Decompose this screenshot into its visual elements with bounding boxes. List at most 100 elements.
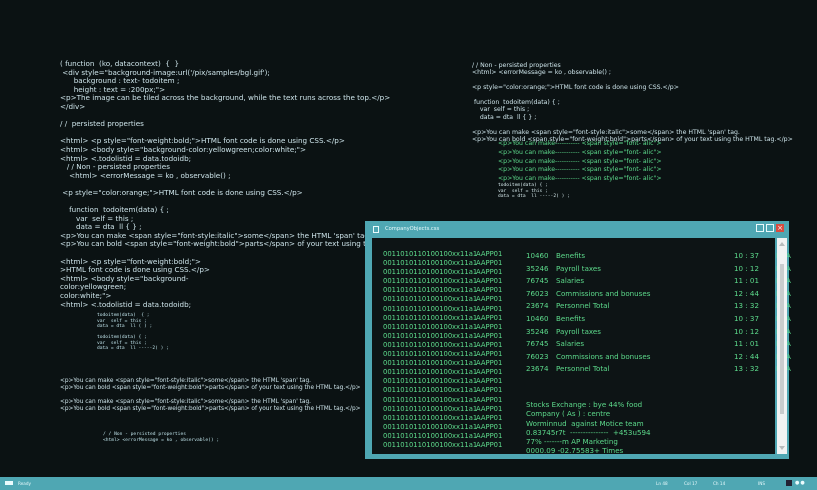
code-row: 0011010110100100 xx11a1 AAPP01: [383, 432, 506, 441]
code-row: 0011010110100100 xx11a1 AAPP01: [383, 368, 506, 377]
table-row[interactable]: 35246Payroll taxes10 : 12NSA: [526, 263, 796, 276]
binary-code: 0011010110100100: [383, 368, 453, 377]
code-row: 0011010110100100 xx11a1 AAPP01: [383, 295, 506, 304]
status-column[interactable]: Col 17: [684, 481, 697, 486]
code-id: AAPP01: [476, 404, 503, 413]
table-row[interactable]: 23674Personnel Total13 : 32NSA: [526, 300, 796, 313]
code-row: 0011010110100100 xx11a1 AAPP01: [383, 396, 506, 405]
entry-time: 13 : 32: [734, 301, 759, 311]
close-button[interactable]: ×: [776, 224, 784, 232]
entry-number: 35246: [526, 263, 549, 273]
table-row[interactable]: 10460Benefits10 : 37NSA: [526, 250, 796, 263]
code-id: AAPP01: [476, 413, 503, 422]
code-editor-left-bottom: / / Non - persisted properties <html> <er…: [103, 432, 219, 443]
binary-code: 0011010110100100: [383, 322, 453, 331]
file-window[interactable]: CompanyObjects.css × 0011010110100100 xx1…: [365, 221, 791, 459]
table-row[interactable]: 10460Benefits10 : 37NSA: [526, 313, 796, 326]
table-row[interactable]: 76023Commissions and bonuses12 : 44NSA: [526, 288, 796, 301]
code-id: AAPP01: [476, 250, 503, 258]
window-title: CompanyObjects.css: [385, 226, 440, 232]
code-tag: xx11a1: [452, 422, 478, 431]
table-row[interactable]: 35246Payroll taxes10 : 12NSA: [526, 326, 796, 339]
entry-label: Commissions and bonuses: [556, 288, 651, 298]
scrollbar-thumb[interactable]: [780, 264, 784, 414]
code-tag: xx11a1: [452, 250, 478, 258]
code-editor-right-highlighted: <p>You can make----------- <span style="…: [498, 140, 662, 184]
code-row: 0011010110100100 xx11a1 AAPP01: [383, 405, 506, 414]
code-line: <html> <errorMessage = ko , observable()…: [103, 437, 220, 443]
code-line: data = dta ll -----2( ) ;: [97, 346, 169, 351]
binary-code: 0011010110100100: [383, 359, 453, 368]
table-row[interactable]: 76023Commissions and bonuses12 : 44NSA: [526, 351, 796, 364]
code-id: AAPP01: [476, 313, 503, 322]
status-line[interactable]: Ln 48: [656, 481, 668, 486]
code-id: AAPP01: [476, 286, 503, 295]
scroll-up-arrow-icon[interactable]: [779, 242, 785, 246]
code-row: 0011010110100100 xx11a1 AAPP01: [383, 414, 506, 423]
binary-code: 0011010110100100: [383, 331, 453, 340]
table-row[interactable]: 76745Salaries11 : 01NSA: [526, 338, 796, 351]
code-line: <p style="color:orange;">HTML font code …: [60, 187, 303, 197]
code-tag: xx11a1: [452, 404, 478, 413]
table-row[interactable]: 23674Personnel Total13 : 32NSA: [526, 363, 796, 376]
code-line: / / Non - persisted properties: [472, 62, 561, 69]
entry-label: Payroll taxes: [556, 326, 601, 336]
code-id: AAPP01: [476, 395, 503, 404]
code-tag: xx11a1: [452, 286, 478, 295]
code-line: <html> <errorMessage = ko , observable()…: [60, 170, 231, 180]
entry-number: 10460: [526, 251, 549, 260]
code-line: </div>: [60, 101, 86, 111]
entry-number: 23674: [526, 364, 549, 374]
code-tag: xx11a1: [452, 331, 478, 340]
status-square-icon: [786, 480, 792, 486]
entry-time: 11 : 01: [734, 339, 759, 349]
binary-code: 0011010110100100: [383, 422, 453, 431]
table-row[interactable]: 76745Salaries11 : 01NSA: [526, 275, 796, 288]
code-id: AAPP01: [476, 277, 503, 286]
code-tag: xx11a1: [452, 304, 478, 313]
code-editor-right-main: / / Non - persisted properties <html> <er…: [472, 62, 793, 143]
code-row: 0011010110100100 xx11a1 AAPP01: [383, 377, 506, 386]
binary-code: 0011010110100100: [383, 304, 453, 313]
code-line: <p>You can make----------- <span style="…: [498, 148, 662, 156]
code-line: <p>You can make <span style="font-style:…: [60, 378, 311, 384]
entry-time: 10 : 37: [734, 251, 759, 260]
entry-label: Salaries: [556, 339, 585, 349]
code-tag: xx11a1: [452, 259, 478, 268]
status-left-label: Ready: [18, 481, 31, 486]
code-tag: xx11a1: [452, 359, 478, 368]
code-row: 0011010110100100 xx11a1 AAPP01: [383, 250, 506, 259]
status-mode[interactable]: INS: [758, 481, 765, 486]
code-id: AAPP01: [476, 440, 503, 449]
code-tag: xx11a1: [452, 431, 478, 440]
maximize-button[interactable]: [766, 224, 774, 232]
binary-code: 0011010110100100: [383, 250, 453, 258]
code-id: AAPP01: [476, 268, 503, 277]
code-line: data = dta ll -----2( ) ;: [498, 194, 570, 200]
status-char[interactable]: Ch 14: [713, 481, 725, 486]
code-editor-left-small: todoitem(data) { ; var self = this ; data …: [97, 313, 169, 352]
binary-code: 0011010110100100: [383, 404, 453, 413]
binary-code: 0011010110100100: [383, 386, 453, 395]
vertical-scrollbar[interactable]: [777, 238, 787, 454]
code-line: <p>You can make----------- <span style="…: [498, 166, 662, 174]
minimize-button[interactable]: [756, 224, 764, 232]
window-titlebar[interactable]: CompanyObjects.css ×: [365, 221, 789, 237]
code-row: 0011010110100100 xx11a1 AAPP01: [383, 268, 506, 277]
note-line: 0.83745r7t --------------- +453u594: [526, 427, 651, 437]
entry-number: 35246: [526, 326, 549, 336]
code-id: AAPP01: [476, 359, 503, 368]
code-editor-right-small: todoitem(data) { ; var self = this ; data …: [498, 183, 570, 200]
code-tag: xx11a1: [452, 277, 478, 286]
code-tag: xx11a1: [452, 268, 478, 277]
code-line: <p>You can make----------- <span style="…: [498, 157, 662, 165]
code-id: AAPP01: [476, 431, 503, 440]
scroll-down-arrow-icon[interactable]: [779, 446, 785, 450]
code-row: 0011010110100100 xx11a1 AAPP01: [383, 314, 506, 323]
code-row: 0011010110100100 xx11a1 AAPP01: [383, 259, 506, 268]
code-tag: xx11a1: [452, 395, 478, 404]
status-indicator-icon: [5, 481, 13, 485]
binary-code: 0011010110100100: [383, 313, 453, 322]
